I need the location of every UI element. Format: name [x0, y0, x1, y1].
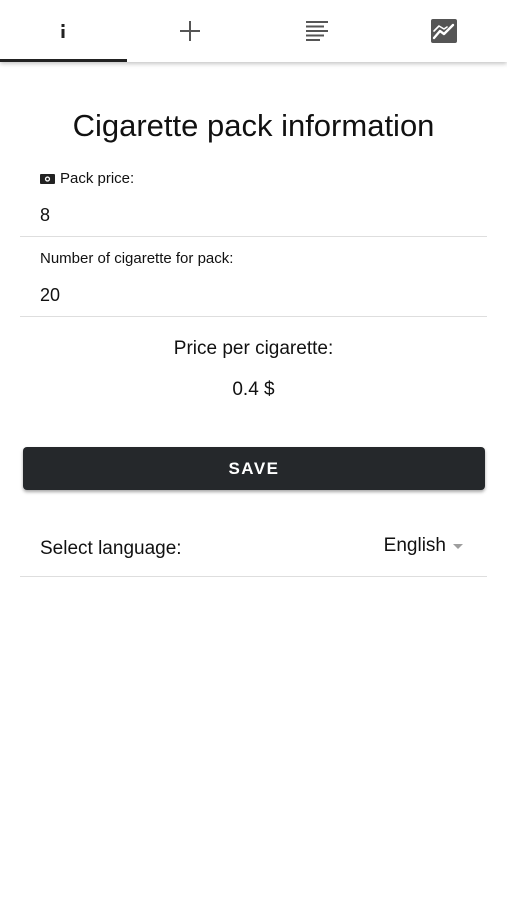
price-per-cigarette-label: Price per cigarette: — [173, 338, 334, 359]
pack-price-label: Pack price: — [60, 170, 135, 187]
price-per-cigarette-value: 0.4 $ — [232, 379, 275, 400]
tab-list[interactable] — [254, 0, 381, 62]
pack-count-input[interactable] — [40, 283, 460, 307]
pack-count-field: Number of cigarette for pack: — [20, 248, 487, 317]
plus-icon — [180, 21, 201, 41]
list-icon — [305, 21, 328, 41]
language-select[interactable]: English — [384, 534, 463, 558]
save-button[interactable]: SAVE — [23, 447, 485, 490]
language-row: Select language: English — [20, 524, 487, 577]
pack-price-field: Pack price: — [20, 168, 487, 237]
info-icon — [59, 24, 67, 38]
chart-icon — [430, 19, 457, 43]
tab-add[interactable] — [127, 0, 254, 62]
money-icon — [40, 174, 55, 184]
tab-info[interactable] — [0, 0, 127, 62]
pack-price-input[interactable] — [40, 203, 460, 227]
chevron-down-icon — [453, 543, 463, 549]
tab-chart[interactable] — [380, 0, 507, 62]
pack-price-label-row: Pack price: — [40, 168, 134, 190]
language-label: Select language: — [40, 538, 182, 559]
language-selected-value: English — [383, 535, 446, 556]
pack-count-label: Number of cigarette for pack: — [40, 250, 234, 267]
tab-bar — [0, 0, 507, 62]
page-title: Cigarette pack information — [72, 108, 435, 143]
